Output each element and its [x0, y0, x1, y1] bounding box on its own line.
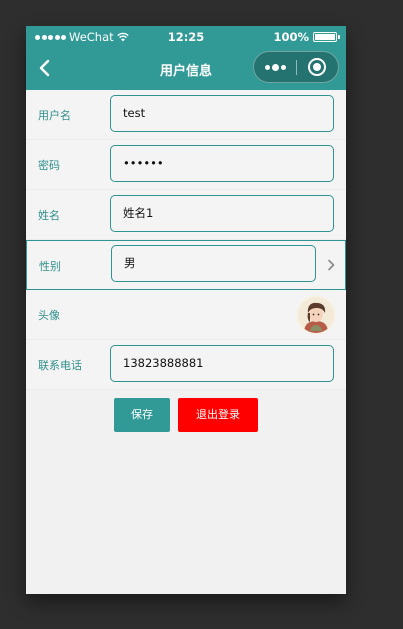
username-row: 用户名 test	[26, 90, 346, 140]
user-info-form: 用户名 test 密码 •••••• 姓名 姓名1 性别 男 头像 联系电话 1…	[26, 90, 346, 390]
password-row: 密码 ••••••	[26, 140, 346, 190]
gender-label: 性别	[39, 260, 61, 273]
phone-input[interactable]: 13823888881	[110, 345, 334, 382]
password-label: 密码	[38, 159, 60, 172]
battery-percent: 100%	[273, 30, 309, 44]
mini-program-capsule	[253, 51, 339, 83]
name-row: 姓名 姓名1	[26, 190, 346, 240]
action-buttons: 保存 退出登录	[26, 398, 346, 432]
phone-row: 联系电话 13823888881	[26, 340, 346, 390]
capsule-divider	[296, 60, 297, 75]
name-input[interactable]: 姓名1	[110, 195, 334, 232]
save-button[interactable]: 保存	[114, 398, 170, 432]
password-input[interactable]: ••••••	[110, 145, 334, 182]
avatar-label: 头像	[38, 309, 60, 322]
battery-icon	[313, 32, 340, 42]
name-label: 姓名	[38, 209, 60, 222]
status-bar: WeChat 12:25 100%	[26, 26, 346, 48]
more-dots-icon[interactable]	[254, 52, 296, 82]
nav-bar: 用户信息	[26, 48, 346, 90]
gender-select[interactable]: 男	[111, 245, 316, 282]
avatar-row: 头像	[26, 290, 346, 340]
close-target-icon[interactable]	[308, 58, 326, 76]
phone-screen: WeChat 12:25 100% 用户信息 用户名 test 密码 •••••…	[26, 26, 346, 594]
username-label: 用户名	[38, 109, 71, 122]
avatar-portrait-icon	[298, 297, 334, 333]
username-input[interactable]: test	[110, 95, 334, 132]
avatar[interactable]	[298, 297, 334, 333]
chevron-right-icon	[328, 259, 335, 271]
logout-button[interactable]: 退出登录	[178, 398, 258, 432]
gender-row[interactable]: 性别 男	[26, 240, 346, 290]
phone-label: 联系电话	[38, 359, 82, 372]
battery-status: 100%	[273, 30, 340, 44]
